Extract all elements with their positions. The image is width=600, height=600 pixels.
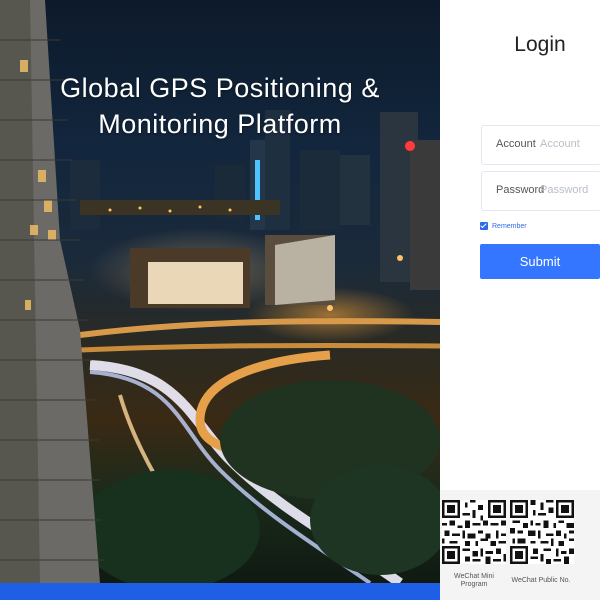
wechat-public-caption: WeChat Public No. (511, 577, 571, 584)
hero-title: Global GPS Positioning & Monitoring Plat… (0, 70, 440, 142)
wechat-mini-program-caption: WeChat Mini Program (442, 573, 506, 589)
hero-background-image: Global GPS Positioning & Monitoring Plat… (0, 0, 440, 583)
wechat-mini-program-qr-code (442, 500, 506, 564)
submit-button[interactable]: Submit (480, 244, 600, 279)
wechat-public-account-qr-code (510, 500, 574, 564)
password-label: Password (496, 184, 545, 196)
mini-program-caption-line2: Program (460, 581, 488, 588)
account-label: Account (496, 138, 536, 150)
login-title: Login (514, 33, 566, 56)
account-input[interactable] (540, 132, 600, 156)
remember-checkbox[interactable] (480, 222, 488, 230)
mini-program-caption-line1: WeChat Mini (454, 573, 494, 580)
qr-code-area: WeChat Mini Program WeChat Public No. (440, 490, 600, 600)
login-panel: Login Account Password Remember Submit (440, 0, 600, 600)
remember-label[interactable]: Remember (492, 223, 527, 230)
account-field[interactable]: Account (481, 125, 600, 165)
hero-title-line2: Monitoring Platform (98, 109, 342, 139)
remember-checkbox-row[interactable]: Remember (480, 222, 527, 230)
password-input[interactable] (540, 178, 600, 202)
bottom-accent-bar (0, 583, 440, 600)
hero-title-line1: Global GPS Positioning & (60, 73, 380, 103)
password-field[interactable]: Password (481, 171, 600, 211)
